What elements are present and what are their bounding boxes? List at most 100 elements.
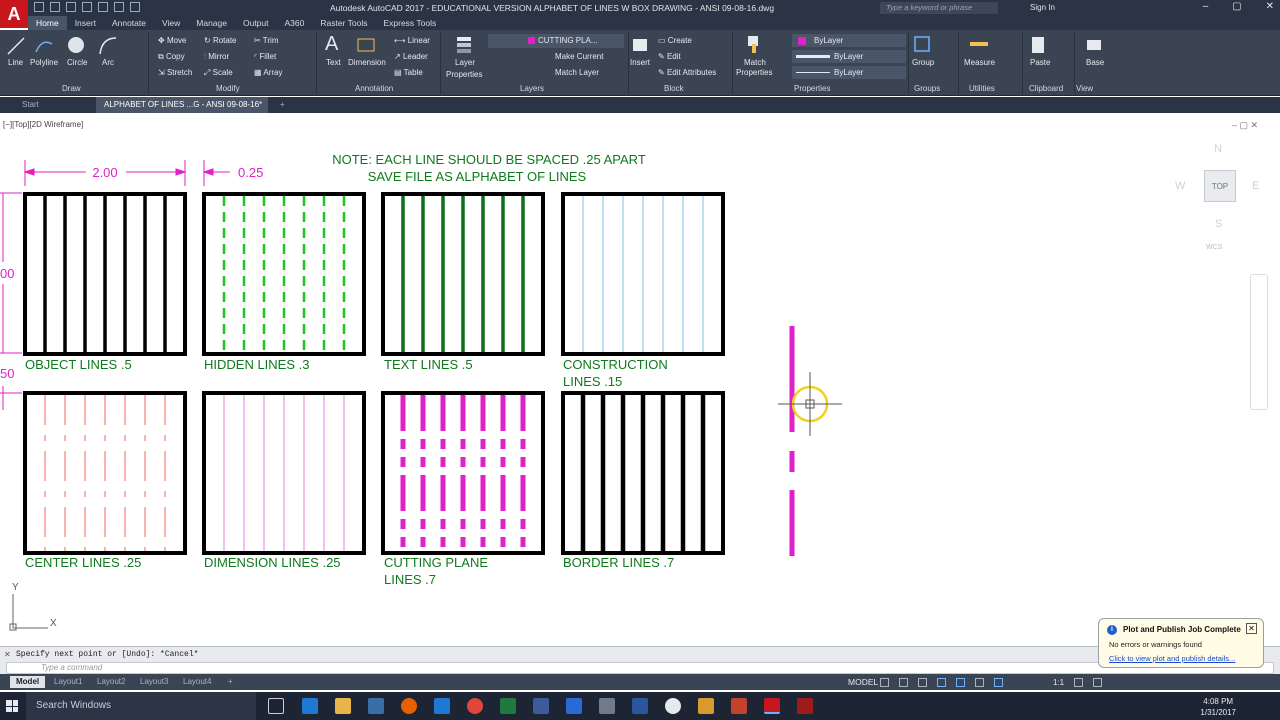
array-button[interactable]: ▦ Array: [254, 68, 282, 77]
leader-button[interactable]: ↗ Leader: [394, 52, 428, 61]
view-details-link[interactable]: Click to view plot and publish details..…: [1109, 654, 1235, 663]
annotation-icon[interactable]: [994, 678, 1003, 687]
pdf-icon[interactable]: [731, 698, 747, 714]
insert-button[interactable]: Insert: [630, 58, 650, 67]
lineweight-icon[interactable]: [975, 678, 984, 687]
modify-panel-label[interactable]: Modify: [216, 84, 240, 93]
circle-icon[interactable]: [66, 35, 86, 55]
close-icon[interactable]: ✕: [1266, 1, 1274, 12]
scale-button[interactable]: ⤢ Scale: [204, 68, 233, 78]
line-icon[interactable]: [6, 36, 26, 56]
linear-button[interactable]: ⟷ Linear: [394, 36, 430, 45]
task-view-icon[interactable]: [268, 698, 284, 714]
excel-icon[interactable]: [500, 698, 516, 714]
circle-button[interactable]: Circle: [67, 58, 87, 67]
firefox-icon[interactable]: [401, 698, 417, 714]
new-tab-button[interactable]: +: [272, 97, 293, 113]
table-button[interactable]: ▤ Table: [394, 68, 423, 77]
tab-home[interactable]: Home: [28, 16, 67, 30]
tab-manage[interactable]: Manage: [188, 16, 235, 30]
open-icon[interactable]: [50, 2, 60, 12]
osnap-icon[interactable]: [956, 678, 965, 687]
block-panel-label[interactable]: Block: [664, 84, 684, 93]
drawing-canvas[interactable]: [0, 114, 1280, 646]
maximize-icon[interactable]: ▢: [1232, 1, 1241, 12]
polyline-button[interactable]: Polyline: [30, 58, 58, 67]
viewport-window-controls[interactable]: – ▢ ✕: [1232, 120, 1258, 131]
linetype-dropdown[interactable]: ByLayer: [792, 66, 906, 79]
media-icon[interactable]: [665, 698, 681, 714]
save-icon[interactable]: [66, 2, 76, 12]
measure-button[interactable]: Measure: [964, 58, 995, 67]
quick-access-toolbar[interactable]: [34, 2, 140, 14]
clipboard-panel-label[interactable]: Clipboard: [1029, 84, 1063, 93]
annotation-scale[interactable]: 1:1: [1053, 678, 1064, 688]
dimension-icon[interactable]: [356, 35, 376, 55]
tab-view[interactable]: View: [154, 16, 188, 30]
notes-icon[interactable]: [698, 698, 714, 714]
tab-annotate[interactable]: Annotate: [104, 16, 154, 30]
viewport-controls[interactable]: [−][Top][2D Wireframe]: [3, 120, 83, 129]
mirror-button[interactable]: ⫶ Mirror: [204, 52, 229, 62]
ortho-icon[interactable]: [918, 678, 927, 687]
revit-icon[interactable]: [533, 698, 549, 714]
layer-properties-icon[interactable]: [454, 34, 474, 54]
redo-icon[interactable]: [130, 2, 140, 12]
windows-start-icon[interactable]: [6, 700, 18, 712]
navigation-bar[interactable]: [1250, 274, 1268, 410]
viewcube-west[interactable]: W: [1175, 180, 1185, 192]
lineweight-dropdown[interactable]: ByLayer: [792, 50, 906, 63]
ie-icon[interactable]: [434, 698, 450, 714]
arc-button[interactable]: Arc: [102, 58, 114, 67]
tab-layout4[interactable]: Layout4: [177, 676, 217, 688]
stretch-button[interactable]: ⇲ Stretch: [158, 68, 192, 77]
view-panel-label[interactable]: View: [1076, 84, 1093, 93]
match-properties-icon[interactable]: [744, 34, 764, 54]
grid-icon[interactable]: [880, 678, 889, 687]
new-icon[interactable]: [34, 2, 44, 12]
help-search-input[interactable]: Type a keyword or phrase: [880, 2, 998, 14]
fillet-button[interactable]: ◜ Fillet: [254, 52, 276, 61]
insert-icon[interactable]: [630, 34, 650, 54]
save-as-icon[interactable]: [82, 2, 92, 12]
viewcube-east[interactable]: E: [1252, 180, 1259, 192]
autocad-taskbar-icon[interactable]: [764, 698, 780, 714]
group-icon[interactable]: [912, 34, 932, 54]
polyline-icon[interactable]: [34, 36, 54, 56]
properties-panel-label[interactable]: Properties: [794, 84, 830, 93]
tab-a360[interactable]: A360: [277, 16, 313, 30]
snap-icon[interactable]: [899, 678, 908, 687]
layer-dropdown[interactable]: CUTTING PLA...: [488, 34, 624, 48]
make-current-button[interactable]: Make Current: [555, 52, 603, 61]
taskbar-search[interactable]: Search Windows: [26, 692, 256, 720]
autocad-alt-icon[interactable]: [797, 698, 813, 714]
measure-icon[interactable]: [968, 34, 988, 54]
word-icon[interactable]: [632, 698, 648, 714]
tab-model[interactable]: Model: [10, 676, 46, 688]
close-icon[interactable]: ✕: [1246, 623, 1257, 634]
tab-raster-tools[interactable]: Raster Tools: [312, 16, 375, 30]
tab-output[interactable]: Output: [235, 16, 277, 30]
command-input[interactable]: Type a command: [6, 662, 1274, 674]
annotation-panel-label[interactable]: Annotation: [355, 84, 393, 93]
tab-express-tools[interactable]: Express Tools: [375, 16, 444, 30]
add-layout-button[interactable]: +: [222, 676, 239, 688]
arc-icon[interactable]: [98, 36, 118, 56]
layer-properties-label-2[interactable]: Properties: [446, 70, 482, 79]
match-properties-label-2[interactable]: Properties: [736, 68, 772, 77]
move-button[interactable]: ✥ Move: [158, 36, 187, 45]
undo-icon[interactable]: [114, 2, 124, 12]
file-explorer-icon[interactable]: [335, 698, 351, 714]
start-tab[interactable]: Start: [14, 97, 47, 113]
tab-layout3[interactable]: Layout3: [134, 676, 174, 688]
model-space-button[interactable]: MODEL: [848, 677, 878, 687]
viewcube-north[interactable]: N: [1214, 143, 1222, 155]
workspace-icon[interactable]: [1074, 678, 1084, 687]
settings-icon[interactable]: [599, 698, 615, 714]
paste-button[interactable]: Paste: [1030, 58, 1050, 67]
base-icon[interactable]: [1084, 34, 1104, 54]
tab-insert[interactable]: Insert: [67, 16, 104, 30]
base-button[interactable]: Base: [1086, 58, 1104, 67]
drawing-tab[interactable]: ALPHABET OF LINES ...G - ANSI 09-08-16*: [96, 97, 268, 113]
group-button[interactable]: Group: [912, 58, 934, 67]
